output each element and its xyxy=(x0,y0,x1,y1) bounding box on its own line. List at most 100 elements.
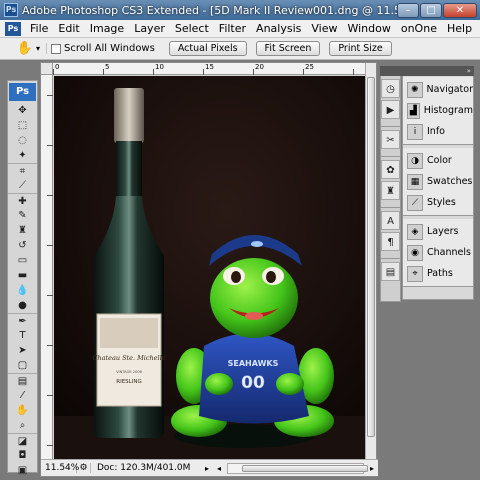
paths-label: Paths xyxy=(427,268,453,279)
healing-brush-icon[interactable]: ✚ xyxy=(8,193,37,208)
ruler-label: 25 xyxy=(305,63,314,71)
path-selection-icon[interactable]: ➤ xyxy=(8,343,37,358)
zoom-level[interactable]: 11.54% xyxy=(41,463,79,473)
doc-size: Doc: 120.3M/401.0M xyxy=(97,463,191,473)
ps-menu-logo: Ps xyxy=(5,21,21,36)
pen-tool-icon[interactable]: ✒ xyxy=(8,313,37,328)
eraser-tool-icon[interactable]: ▭ xyxy=(8,253,37,268)
color-label: Color xyxy=(427,155,452,166)
title-bar[interactable]: Ps Adobe Photoshop CS3 Extended - [5D Ma… xyxy=(0,0,480,20)
menu-edit[interactable]: Edit xyxy=(53,22,84,35)
vertical-scrollbar[interactable] xyxy=(365,63,376,459)
clone-source-icon[interactable]: ♜ xyxy=(381,181,400,200)
blur-tool-icon[interactable]: 💧 xyxy=(8,283,37,298)
vertical-scroll-thumb[interactable] xyxy=(367,77,375,437)
brush-tool-icon[interactable]: ✎ xyxy=(8,208,37,223)
swatches-label: Swatches xyxy=(427,176,473,187)
panel-tab-channels[interactable]: ◉ Channels xyxy=(403,242,473,263)
clone-stamp-icon[interactable]: ♜ xyxy=(8,223,37,238)
menu-onone[interactable]: onOne xyxy=(396,22,442,35)
menu-help[interactable]: Help xyxy=(442,22,477,35)
panel-tab-info[interactable]: i Info xyxy=(403,121,473,142)
panel-tab-navigator[interactable]: ✺ Navigator xyxy=(403,79,473,100)
paragraph-panel-icon[interactable]: ¶ xyxy=(381,232,400,251)
fit-screen-button[interactable]: Fit Screen xyxy=(255,41,321,56)
color-swatches-icon[interactable]: ◪ xyxy=(8,433,37,448)
menu-window[interactable]: Window xyxy=(342,22,395,35)
actions-panel-icon[interactable]: ▶ xyxy=(381,100,400,119)
ruler-tick xyxy=(47,395,53,396)
ruler-tick xyxy=(153,69,154,75)
tool-preset-chevron-icon[interactable]: ▾ xyxy=(36,44,40,53)
menu-image[interactable]: Image xyxy=(85,22,129,35)
close-button[interactable]: ✕ xyxy=(443,2,477,18)
panel-group-color: ◑ Color ▦ Swatches ⟋ Styles xyxy=(403,148,473,216)
type-tool-icon[interactable]: T xyxy=(8,328,37,343)
status-menu-arrow-icon[interactable]: ▸ xyxy=(201,464,213,473)
lasso-tool-icon[interactable]: ◌ xyxy=(8,133,37,148)
character-panel-icon[interactable]: A xyxy=(381,211,400,230)
jersey-text: SEAHAWKS xyxy=(228,359,279,368)
ruler-origin[interactable] xyxy=(41,63,53,75)
scroll-all-windows-label: Scroll All Windows xyxy=(64,43,155,54)
ruler-label: 15 xyxy=(205,63,214,71)
maximize-button[interactable]: □ xyxy=(420,2,442,18)
horizontal-scroll-thumb[interactable] xyxy=(242,464,368,472)
brushes-panel-icon[interactable]: ✿ xyxy=(381,160,400,179)
ruler-label: 5 xyxy=(105,63,110,71)
crop-tool-icon[interactable]: ⌗ xyxy=(8,163,37,178)
paths-icon: ⌖ xyxy=(407,265,423,282)
vertical-ruler[interactable] xyxy=(41,75,53,459)
bottle-vintage-text: VINTAGE 2006 xyxy=(116,370,143,374)
scroll-left-icon[interactable]: ◂ xyxy=(213,464,225,473)
marquee-tool-icon[interactable]: ⬚ xyxy=(8,118,37,133)
horizontal-scrollbar[interactable] xyxy=(227,462,368,474)
image-canvas[interactable]: Chateau Ste. Michelle VINTAGE 2006 RIESL… xyxy=(54,76,366,459)
horizontal-ruler[interactable]: 0 5 10 15 20 25 xyxy=(53,63,366,75)
eyedropper-tool-icon[interactable]: ⁄ xyxy=(8,388,37,403)
bottle-varietal-text: RIESLING xyxy=(116,379,141,385)
panel-tab-styles[interactable]: ⟋ Styles xyxy=(403,192,473,213)
gradient-tool-icon[interactable]: ▬ xyxy=(8,268,37,283)
history-brush-icon[interactable]: ↺ xyxy=(8,238,37,253)
menu-view[interactable]: View xyxy=(306,22,342,35)
zoom-tool-icon[interactable]: ⌕ xyxy=(8,418,37,433)
shape-tool-icon[interactable]: ▢ xyxy=(8,358,37,373)
dodge-tool-icon[interactable]: ● xyxy=(8,298,37,313)
ruler-tick xyxy=(203,69,204,75)
window-title: Adobe Photoshop CS3 Extended - [5D Mark … xyxy=(22,3,397,17)
layer-comps-icon[interactable]: ▤ xyxy=(381,262,400,281)
scroll-all-windows-checkbox[interactable] xyxy=(51,43,62,54)
panel-tab-color[interactable]: ◑ Color xyxy=(403,150,473,171)
slice-tool-icon[interactable]: ⟋ xyxy=(8,178,37,193)
panel-icon-strip: ◷ ▶ ✂ ✿ ♜ A ¶ ▤ xyxy=(380,66,401,302)
tool-presets-icon[interactable]: ✂ xyxy=(381,130,400,149)
hand-tool-icon[interactable]: ✋ xyxy=(16,40,34,58)
actual-pixels-button[interactable]: Actual Pixels xyxy=(168,41,247,56)
minimize-button[interactable]: – xyxy=(397,2,419,18)
histogram-icon: ▟ xyxy=(407,102,420,119)
panel-tab-swatches[interactable]: ▦ Swatches xyxy=(403,171,473,192)
menu-analysis[interactable]: Analysis xyxy=(251,22,306,35)
print-size-button[interactable]: Print Size xyxy=(329,41,392,56)
quick-mask-icon[interactable]: ◘ xyxy=(8,448,37,463)
move-tool-icon[interactable]: ✥ xyxy=(8,103,37,118)
ruler-tick xyxy=(103,69,104,75)
menu-select[interactable]: Select xyxy=(170,22,214,35)
history-panel-icon[interactable]: ◷ xyxy=(381,79,400,98)
magic-wand-icon[interactable]: ✦ xyxy=(8,148,37,163)
menu-file[interactable]: File xyxy=(25,22,53,35)
hand-tool-box-icon[interactable]: ✋ xyxy=(8,403,37,418)
menu-filter[interactable]: Filter xyxy=(214,22,251,35)
panel-tab-paths[interactable]: ⌖ Paths xyxy=(403,263,473,284)
screen-mode-icon[interactable]: ▣ xyxy=(8,463,37,478)
panel-tab-histogram[interactable]: ▟ Histogram xyxy=(403,100,473,121)
menu-layer[interactable]: Layer xyxy=(129,22,170,35)
panel-dock: ✺ Navigator ▟ Histogram i Info ◑ Color ▦… xyxy=(402,66,474,300)
layers-icon: ◈ xyxy=(407,223,423,240)
notes-tool-icon[interactable]: ▤ xyxy=(8,373,37,388)
panel-tab-layers[interactable]: ◈ Layers xyxy=(403,221,473,242)
toolbox-ps-badge: Ps xyxy=(9,83,36,101)
dock-collapse-icon[interactable]: » xyxy=(380,66,474,76)
status-info-icon[interactable]: ⚙ xyxy=(77,463,91,473)
